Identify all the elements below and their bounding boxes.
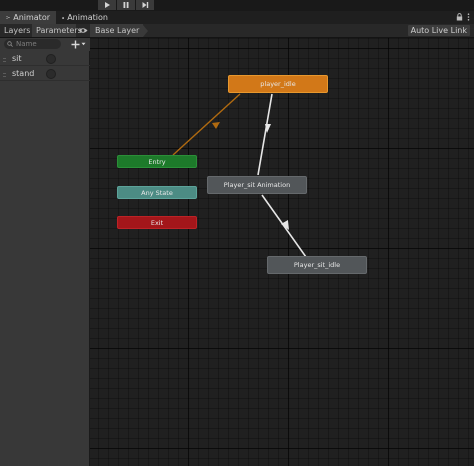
parameters-tab-label: Parameters <box>36 26 82 35</box>
tab-animator[interactable]: Animator <box>0 11 56 24</box>
transition-idle-to-sit[interactable] <box>257 93 273 176</box>
parameter-row-sit[interactable]: sit <box>0 52 90 66</box>
play-icon <box>105 2 110 8</box>
tab-animation-label: Animation <box>67 13 108 22</box>
layers-tab-label: Layers <box>4 26 31 35</box>
state-label: Exit <box>150 218 164 227</box>
parameter-row-stand[interactable]: stand <box>0 67 90 81</box>
animator-window: Animator Animation Layers Parameters Bas… <box>0 0 474 466</box>
state-label: player_idle <box>260 80 296 88</box>
transition-arrow-icon <box>212 122 220 129</box>
state-machine-graph[interactable]: player_idle Entry Any State Exit Player_… <box>90 38 474 466</box>
auto-live-link-button[interactable]: Auto Live Link <box>407 25 470 36</box>
step-button[interactable] <box>136 0 154 10</box>
window-tab-bar: Animator Animation <box>0 11 474 25</box>
search-input[interactable] <box>13 40 60 48</box>
pause-icon <box>123 2 129 8</box>
chevron-down-icon <box>81 42 86 46</box>
state-label: Entry <box>148 157 166 166</box>
state-label: Player_sit_idle <box>293 261 341 269</box>
parameter-name: stand <box>12 69 35 78</box>
animator-icon <box>6 16 10 19</box>
breadcrumb[interactable]: Base Layer <box>90 24 149 37</box>
parameters-tab[interactable]: Parameters <box>32 24 82 37</box>
more-options-icon[interactable] <box>467 13 470 21</box>
drag-handle-icon[interactable] <box>3 73 6 77</box>
animation-clock-icon <box>62 16 65 19</box>
state-node-player-sit-idle[interactable]: Player_sit_idle <box>267 256 367 274</box>
state-label: Player_sit Animation <box>223 181 291 189</box>
play-toolbar <box>0 0 474 11</box>
parameter-search[interactable] <box>4 39 61 49</box>
play-controls <box>98 0 154 10</box>
parameter-name: sit <box>12 54 22 63</box>
any-state-node[interactable]: Any State <box>117 186 197 199</box>
parameter-search-row <box>0 38 90 51</box>
drag-handle-icon[interactable] <box>3 58 6 62</box>
layers-tab[interactable]: Layers <box>0 24 32 37</box>
trigger-radio[interactable] <box>46 69 56 79</box>
transitions-layer <box>172 93 307 258</box>
parameters-panel: sit stand <box>0 38 90 466</box>
tab-animator-label: Animator <box>13 13 50 22</box>
exit-node[interactable]: Exit <box>117 216 197 229</box>
visibility-eye-icon[interactable] <box>78 27 88 36</box>
breadcrumb-arrow <box>143 24 149 37</box>
pause-button[interactable] <box>117 0 135 10</box>
state-node-player-sit-animation[interactable]: Player_sit Animation <box>207 176 307 194</box>
play-button[interactable] <box>98 0 116 10</box>
lock-icon[interactable] <box>456 13 463 21</box>
window-controls <box>456 13 470 21</box>
trigger-radio[interactable] <box>46 54 56 64</box>
default-transition[interactable] <box>172 93 241 156</box>
entry-node[interactable]: Entry <box>117 155 197 168</box>
animator-header: Layers Parameters Base Layer Auto Live L… <box>0 24 474 38</box>
breadcrumb-base-layer: Base Layer <box>90 24 144 37</box>
tab-animation[interactable]: Animation <box>56 11 114 24</box>
add-parameter-button[interactable] <box>71 39 86 49</box>
step-icon <box>142 2 149 8</box>
plus-icon <box>71 40 80 48</box>
state-node-player-idle[interactable]: player_idle <box>228 75 328 93</box>
state-label: Any State <box>141 188 173 197</box>
